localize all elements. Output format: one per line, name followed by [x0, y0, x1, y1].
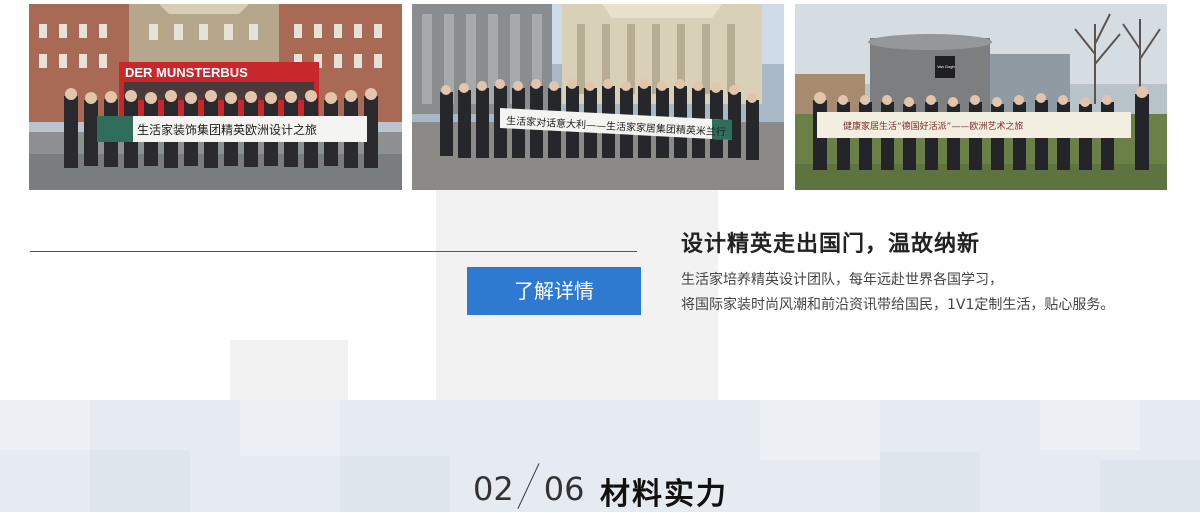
trip-photo-museum[interactable]: Van Gogh 健康家居生活“德国好活派”——欧洲艺术之旅: [795, 4, 1167, 190]
group-photo-icon: Van Gogh 健康家居生活“德国好活派”——欧洲艺术之旅: [795, 4, 1167, 190]
group-photo-icon: DER MUNSTERBUS 生活家装饰集团精英欧洲设计之旅: [29, 4, 402, 190]
decorative-tile: [760, 400, 880, 460]
decorative-tile: [240, 400, 340, 456]
section-index: 02 06: [473, 465, 584, 513]
section-title: 材料实力: [600, 477, 728, 512]
svg-text:Van Gogh: Van Gogh: [937, 64, 955, 69]
decorative-block: [230, 340, 348, 400]
learn-more-button[interactable]: 了解详情: [467, 267, 641, 315]
section-total: 06: [543, 470, 585, 508]
decorative-tile: [340, 456, 450, 512]
decorative-tile: [1100, 460, 1200, 512]
decorative-tile: [880, 452, 980, 512]
trip-photo-europe[interactable]: DER MUNSTERBUS 生活家装饰集团精英欧洲设计之旅: [29, 4, 402, 190]
svg-text:健康家居生活“德国好活派”——欧洲艺术之旅: 健康家居生活“德国好活派”——欧洲艺术之旅: [843, 120, 1023, 132]
divider-line: [30, 251, 637, 252]
section-current: 02: [473, 470, 514, 508]
svg-text:DER MUNSTERBUS: DER MUNSTERBUS: [125, 65, 248, 80]
group-photo-icon: 生活家对话意大利——生活家家居集团精英米兰行: [412, 4, 784, 190]
decorative-tile: [1040, 400, 1140, 450]
feature-description: 生活家培养精英设计团队，每年远赴世界各国学习， 将国际家装时尚风潮和前沿资讯带给…: [681, 268, 1114, 318]
feature-description-line: 生活家培养精英设计团队，每年远赴世界各国学习，: [681, 272, 1003, 288]
feature-description-line: 将国际家装时尚风潮和前沿资讯带给国民，1V1定制生活，贴心服务。: [681, 297, 1115, 313]
feature-heading: 设计精英走出国门，温故纳新: [681, 232, 981, 257]
trip-photo-italy[interactable]: 生活家对话意大利——生活家家居集团精英米兰行: [412, 4, 784, 190]
decorative-tile: [0, 400, 90, 450]
svg-text:生活家装饰集团精英欧洲设计之旅: 生活家装饰集团精英欧洲设计之旅: [137, 122, 317, 137]
slash-divider: [518, 465, 540, 513]
decorative-tile: [90, 450, 190, 512]
